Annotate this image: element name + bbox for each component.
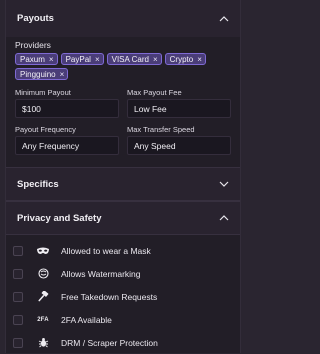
bug-icon: [32, 337, 54, 348]
watermark-icon: [32, 268, 54, 279]
payouts-section-header[interactable]: Payouts: [6, 0, 240, 37]
drm-checkbox[interactable]: [13, 337, 23, 348]
privacy-options-list: Allowed to wear a Mask Allows Watermarki…: [6, 235, 240, 354]
privacy-title: Privacy and Safety: [17, 212, 102, 224]
watermark-checkbox[interactable]: [13, 268, 23, 279]
takedown-label: Free Takedown Requests: [61, 291, 158, 302]
max-payout-fee-label: Max Payout Fee: [127, 88, 182, 97]
specifics-title: Specifics: [17, 178, 59, 190]
provider-chip[interactable]: PayPal ×: [60, 53, 104, 65]
minimum-payout-label: Minimum Payout: [15, 88, 71, 97]
providers-label: Providers: [15, 40, 51, 50]
two-factor-label: 2FA Available: [61, 314, 112, 325]
minimum-payout-input[interactable]: $100: [15, 99, 119, 118]
remove-icon[interactable]: ×: [60, 70, 65, 79]
payouts-section-body: Providers Paxum × PayPal × VISA Card × Cryp…: [6, 37, 240, 165]
remove-icon[interactable]: ×: [49, 55, 54, 64]
two-factor-icon: 2FA: [37, 316, 49, 323]
remove-icon[interactable]: ×: [197, 55, 202, 64]
max-transfer-speed-label: Max Transfer Speed: [127, 125, 195, 134]
list-item-2fa[interactable]: 2FA 2FA Available: [6, 308, 240, 331]
privacy-section-header[interactable]: Privacy and Safety: [6, 201, 240, 235]
remove-icon[interactable]: ×: [95, 55, 100, 64]
provider-chip[interactable]: Pingguino ×: [15, 68, 69, 80]
max-payout-fee-select[interactable]: Low Fee: [127, 99, 231, 118]
remove-icon[interactable]: ×: [153, 55, 158, 64]
drm-label: DRM / Scraper Protection: [61, 337, 158, 348]
list-item-drm[interactable]: DRM / Scraper Protection: [6, 331, 240, 354]
takedown-checkbox[interactable]: [13, 291, 23, 302]
list-item-watermark[interactable]: Allows Watermarking: [6, 262, 240, 285]
minimum-payout-field: Minimum Payout $100: [15, 87, 119, 118]
max-payout-fee-field: Max Payout Fee Low Fee: [127, 87, 231, 118]
max-transfer-speed-field: Max Transfer Speed Any Speed: [127, 124, 231, 155]
provider-chip[interactable]: VISA Card ×: [106, 53, 162, 65]
mask-label: Allowed to wear a Mask: [61, 245, 151, 256]
list-item-takedown[interactable]: Free Takedown Requests: [6, 285, 240, 308]
two-factor-checkbox[interactable]: [13, 314, 23, 325]
list-item-mask[interactable]: Allowed to wear a Mask: [6, 239, 240, 262]
mask-checkbox[interactable]: [13, 245, 23, 256]
payout-frequency-label: Payout Frequency: [15, 125, 76, 134]
payout-frequency-select[interactable]: Any Frequency: [15, 136, 119, 155]
chevron-down-icon[interactable]: [219, 181, 229, 187]
chevron-up-icon[interactable]: [219, 215, 229, 221]
hammer-icon: [32, 291, 54, 302]
filter-panel: Payouts Providers Paxum × PayPal × VISA Ca…: [5, 0, 241, 353]
mask-icon: [32, 247, 54, 255]
specifics-section-header[interactable]: Specifics: [6, 167, 240, 201]
providers-chip-list[interactable]: Paxum × PayPal × VISA Card × Crypto × Pinggu…: [15, 53, 231, 80]
chevron-up-icon[interactable]: [219, 15, 229, 22]
max-transfer-speed-select[interactable]: Any Speed: [127, 136, 231, 155]
provider-chip[interactable]: Paxum ×: [15, 53, 58, 65]
provider-chip[interactable]: Crypto ×: [164, 53, 206, 65]
payout-frequency-field: Payout Frequency Any Frequency: [15, 124, 119, 155]
watermark-label: Allows Watermarking: [61, 268, 141, 279]
payouts-title: Payouts: [17, 13, 54, 24]
